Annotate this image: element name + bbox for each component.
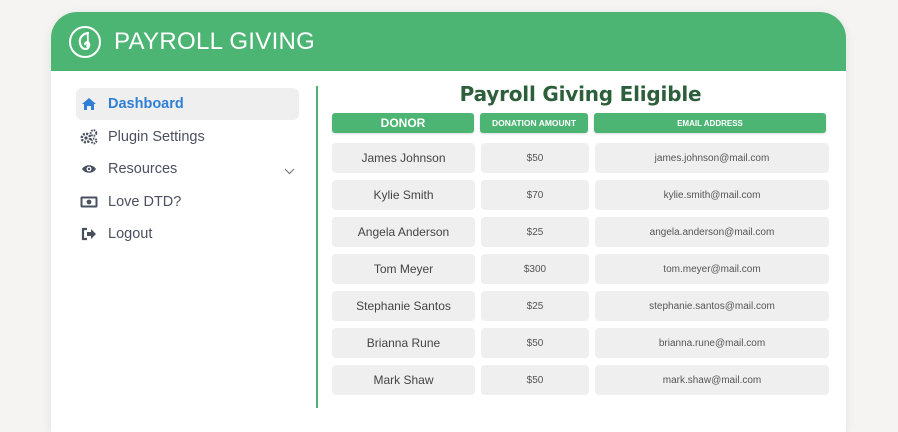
eye-icon xyxy=(80,161,98,177)
logout-icon xyxy=(80,226,98,242)
amount-cell: $50 xyxy=(481,328,589,358)
donor-cell: Stephanie Santos xyxy=(332,291,475,321)
column-header-donor[interactable]: DONOR xyxy=(332,113,474,133)
amount-cell: $50 xyxy=(481,365,589,395)
email-cell: tom.meyer@mail.com xyxy=(595,254,829,284)
table-row: Stephanie Santos $25 stephanie.santos@ma… xyxy=(332,291,829,328)
sidebar-item-logout[interactable]: Logout xyxy=(76,218,299,250)
amount-cell: $25 xyxy=(481,291,589,321)
table-row: Mark Shaw $50 mark.shaw@mail.com xyxy=(332,365,829,402)
donor-table: James Johnson $50 james.johnson@mail.com… xyxy=(332,143,829,402)
app-title: PAYROLL GIVING xyxy=(114,27,316,55)
table-row: Tom Meyer $300 tom.meyer@mail.com xyxy=(332,254,829,291)
donor-cell: Kylie Smith xyxy=(332,180,475,210)
logo-icon xyxy=(69,25,101,58)
app-header: PAYROLL GIVING xyxy=(51,12,846,71)
amount-cell: $25 xyxy=(481,217,589,247)
home-icon xyxy=(80,96,98,112)
column-header-email-address[interactable]: EMAIL ADDRESS xyxy=(594,113,826,133)
sidebar-item-label: Plugin Settings xyxy=(108,128,205,145)
table-row: James Johnson $50 james.johnson@mail.com xyxy=(332,143,829,180)
sidebar-item-plugin-settings[interactable]: Plugin Settings xyxy=(76,121,299,153)
email-cell: stephanie.santos@mail.com xyxy=(595,291,829,321)
email-cell: mark.shaw@mail.com xyxy=(595,365,829,395)
donor-cell: Tom Meyer xyxy=(332,254,475,284)
sidebar-item-label: Dashboard xyxy=(108,96,184,112)
email-cell: james.johnson@mail.com xyxy=(595,143,829,173)
sidebar-item-love-dtd[interactable]: Love DTD? xyxy=(76,186,299,218)
column-header-donation-amount[interactable]: DONATION AMOUNT xyxy=(480,113,588,133)
table-row: Angela Anderson $25 angela.anderson@mail… xyxy=(332,217,829,254)
page-title: Payroll Giving Eligible xyxy=(459,82,702,106)
sidebar-item-label: Logout xyxy=(108,226,153,243)
sidebar-divider xyxy=(316,86,318,408)
table-row: Kylie Smith $70 kylie.smith@mail.com xyxy=(332,180,829,217)
sidebar-item-label: Resources xyxy=(108,161,178,178)
money-icon xyxy=(80,194,98,210)
sidebar-item-label: Love DTD? xyxy=(108,193,182,210)
email-cell: kylie.smith@mail.com xyxy=(595,180,829,210)
donor-cell: James Johnson xyxy=(332,143,475,173)
chevron-down-icon[interactable] xyxy=(284,162,295,180)
amount-cell: $300 xyxy=(481,254,589,284)
donor-cell: Brianna Rune xyxy=(332,328,475,358)
table-header: DONOR DONATION AMOUNT EMAIL ADDRESS xyxy=(332,113,829,133)
amount-cell: $70 xyxy=(481,180,589,210)
gears-icon xyxy=(80,128,98,145)
table-row: Brianna Rune $50 brianna.rune@mail.com xyxy=(332,328,829,365)
amount-cell: $50 xyxy=(481,143,589,173)
app-window: PAYROLL GIVING Dashboard Plugin Settings xyxy=(51,12,846,432)
sidebar-nav: Dashboard Plugin Settings Resources Love… xyxy=(76,88,299,251)
sidebar-item-dashboard[interactable]: Dashboard xyxy=(76,88,299,120)
email-cell: angela.anderson@mail.com xyxy=(595,217,829,247)
main-content: Payroll Giving Eligible DONOR DONATION A… xyxy=(332,82,829,402)
email-cell: brianna.rune@mail.com xyxy=(595,328,829,358)
donor-cell: Mark Shaw xyxy=(332,365,475,395)
sidebar-item-resources[interactable]: Resources xyxy=(76,153,299,185)
donor-cell: Angela Anderson xyxy=(332,217,475,247)
